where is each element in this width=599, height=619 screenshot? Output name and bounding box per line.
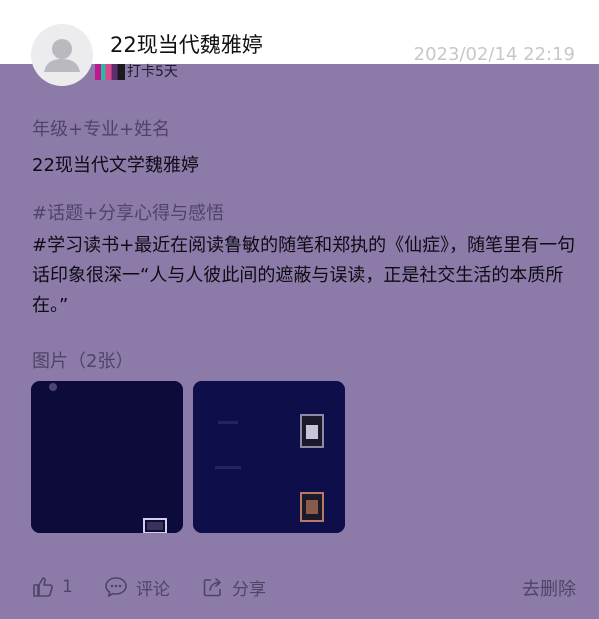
author-name[interactable]: 22现当代魏雅婷 — [110, 29, 263, 59]
checkin-text: 打卡5天 — [127, 64, 178, 80]
field-label-grade-major-name: 年级+专业+姓名 — [32, 119, 171, 140]
thumbnail-content-2 — [193, 381, 345, 533]
avatar[interactable] — [31, 24, 93, 86]
share-label: 分享 — [232, 579, 266, 600]
share-icon — [202, 576, 224, 598]
checkin-glitch-graphic — [95, 64, 125, 80]
comment-label: 评论 — [136, 579, 170, 600]
field-value-topic: #学习读书+最近在阅读鲁敏的随笔和郑执的《仙症》，随笔里有一句话印象很深一“人与… — [32, 235, 576, 316]
like-count: 1 — [62, 577, 73, 597]
checkin-badge: 打卡5天 — [95, 61, 178, 81]
images-label: 图片（2张） — [32, 351, 134, 372]
share-button[interactable]: 分享 — [202, 574, 266, 600]
thumbnail-content-1 — [31, 381, 183, 533]
delete-link[interactable]: 去删除 — [522, 575, 576, 601]
post-timestamp: 2023/02/14 22:19 — [413, 44, 575, 65]
comment-button[interactable]: 评论 — [104, 574, 170, 600]
image-thumbnail-2[interactable] — [193, 381, 345, 533]
thumbs-up-icon — [32, 576, 54, 598]
field-value-grade-major-name: 22现当代文学魏雅婷 — [32, 155, 199, 176]
field-label-topic: #话题+分享心得与感悟 — [32, 203, 225, 224]
avatar-placeholder-icon — [44, 39, 80, 72]
comment-icon — [104, 576, 128, 598]
post-card-overlay — [0, 64, 599, 619]
image-thumbnail-1[interactable] — [31, 381, 183, 533]
like-button[interactable]: 1 — [32, 574, 73, 600]
